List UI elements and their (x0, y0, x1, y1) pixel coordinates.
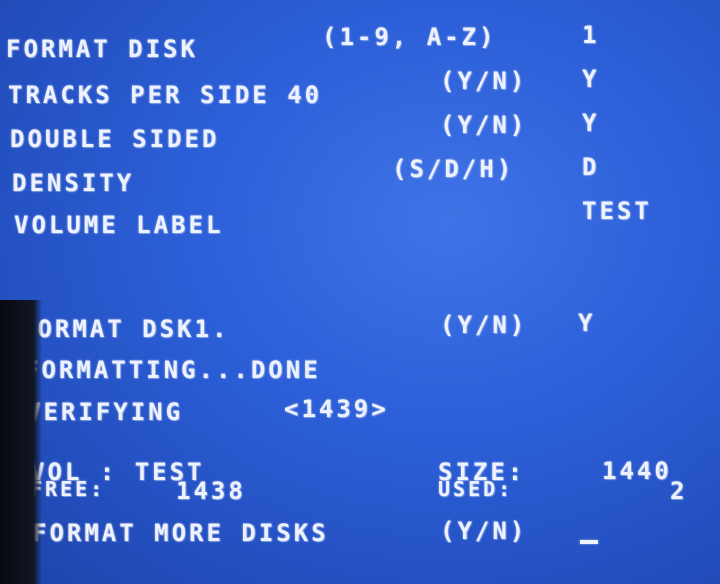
double-sided-label: DOUBLE SIDED (10, 125, 220, 153)
verifying-label: VERIFYING (26, 398, 184, 426)
format-disk-value[interactable]: 1 (582, 22, 599, 48)
double-sided-prompt: (Y/N) (440, 111, 528, 139)
verifying-count: <1439> (284, 395, 389, 423)
format-more-disks-label: FORMAT MORE DISKS (32, 519, 329, 547)
density-label: DENSITY (12, 169, 135, 197)
format-confirm-label: FORMAT DSK1. (20, 315, 230, 343)
density-value[interactable]: D (582, 154, 599, 180)
tracks-prompt: (Y/N) (440, 67, 528, 95)
format-confirm-prompt: (Y/N) (440, 311, 528, 339)
size-value: 1440 (602, 457, 672, 485)
used-value: 2 (670, 477, 688, 505)
double-sided-value[interactable]: Y (582, 110, 599, 136)
tracks-per-side-label: TRACKS PER SIDE 40 (8, 81, 323, 109)
monitor-bezel (0, 300, 42, 584)
format-confirm-value[interactable]: Y (578, 310, 595, 336)
crt-screen: FORMAT DISK (1-9, A-Z) 1 TRACKS PER SIDE… (0, 0, 720, 584)
tracks-value[interactable]: Y (582, 66, 599, 92)
free-value: 1438 (176, 477, 246, 505)
density-prompt: (S/D/H) (392, 155, 515, 183)
format-disk-range: (1-9, A-Z) (322, 23, 497, 51)
formatting-status: FORMATTING...DONE (24, 356, 321, 384)
input-cursor[interactable] (580, 540, 598, 544)
used-label: USED: (438, 477, 514, 501)
format-more-disks-prompt: (Y/N) (440, 517, 528, 545)
format-disk-label: FORMAT DISK (6, 35, 198, 63)
volume-label-label: VOLUME LABEL (14, 211, 224, 239)
volume-label-value[interactable]: TEST (582, 198, 652, 224)
